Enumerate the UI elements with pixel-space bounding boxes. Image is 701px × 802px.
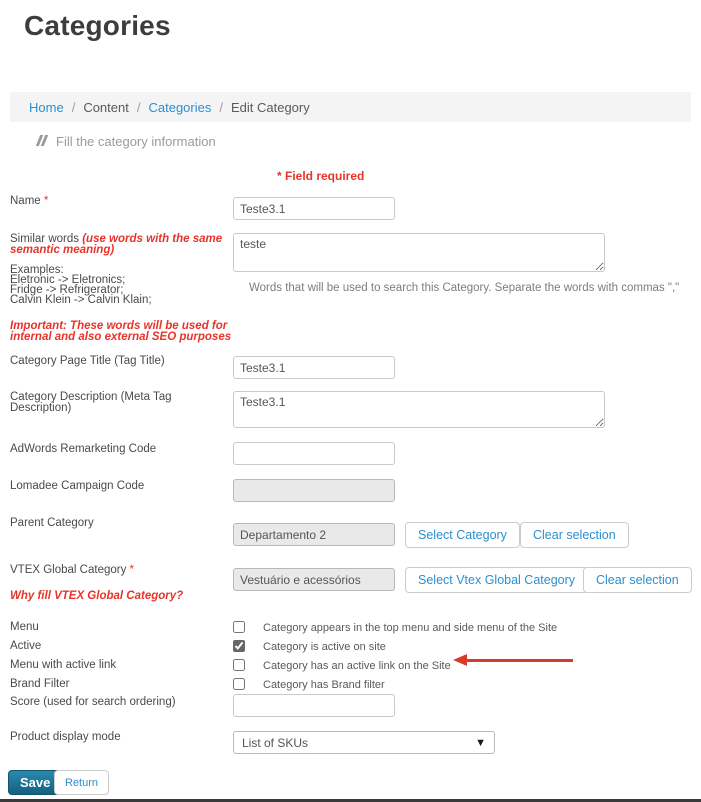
menu-active-link-desc: Category has an active link on the Site — [263, 660, 451, 672]
select-category-button[interactable]: Select Category — [405, 522, 520, 548]
brand-filter-checkbox[interactable] — [233, 678, 245, 690]
required-asterisk: * — [130, 564, 134, 576]
product-display-mode-select[interactable]: List of SKUs ▼ — [233, 731, 495, 754]
required-asterisk: * — [44, 195, 48, 207]
adwords-remarketing-input[interactable] — [233, 442, 395, 465]
breadcrumb-separator: / — [137, 100, 141, 115]
parent-category-input — [233, 523, 395, 546]
adwords-label: AdWords Remarketing Code — [10, 444, 156, 456]
lomadee-campaign-input — [233, 479, 395, 502]
page-title: Categories — [24, 10, 171, 42]
vtex-global-category-input — [233, 568, 395, 591]
breadcrumb: Home / Content / Categories / Edit Categ… — [10, 92, 691, 122]
vtex-global-category-label: VTEX Global Category * — [10, 565, 134, 577]
arrow-line — [466, 659, 573, 662]
menu-desc: Category appears in the top menu and sid… — [263, 622, 557, 634]
return-button[interactable]: Return — [54, 770, 109, 795]
active-desc: Category is active on site — [263, 641, 386, 653]
score-input[interactable] — [233, 694, 395, 717]
field-required-note: * Field required — [277, 169, 364, 183]
category-page-title-input[interactable] — [233, 356, 395, 379]
menu-active-link-label: Menu with active link — [10, 660, 116, 672]
product-display-mode-value: List of SKUs — [242, 736, 308, 750]
form-note-text: Fill the category information — [56, 134, 216, 149]
name-input[interactable] — [233, 197, 395, 220]
edit-icon — [38, 134, 47, 149]
description-label: Category Description (Meta Tag Descripti… — [10, 392, 200, 414]
breadcrumb-home-link[interactable]: Home — [29, 100, 64, 115]
menu-label: Menu — [10, 622, 39, 634]
arrow-head — [453, 654, 467, 666]
clear-parent-selection-button[interactable]: Clear selection — [520, 522, 629, 548]
menu-checkbox[interactable] — [233, 621, 245, 633]
similar-words-textarea[interactable]: teste — [233, 233, 605, 272]
breadcrumb-content: Content — [83, 100, 129, 115]
brand-filter-label: Brand Filter — [10, 679, 69, 691]
similar-words-examples: Examples: Eletronic -> Eletronics; Fridg… — [10, 265, 152, 305]
form-note: Fill the category information — [38, 134, 216, 149]
menu-active-link-checkbox[interactable] — [233, 659, 245, 671]
active-label: Active — [10, 641, 41, 653]
product-display-mode-label: Product display mode — [10, 732, 121, 744]
similar-words-label: Similar words (use words with the same s… — [10, 234, 228, 256]
score-label: Score (used for search ordering) — [10, 697, 176, 709]
category-description-textarea[interactable]: Teste3.1 — [233, 391, 605, 428]
parent-category-label: Parent Category — [10, 518, 94, 530]
dropdown-arrow-icon: ▼ — [475, 737, 486, 749]
breadcrumb-edit-category: Edit Category — [231, 100, 310, 115]
breadcrumb-separator: / — [219, 100, 223, 115]
breadcrumb-separator: / — [72, 100, 76, 115]
breadcrumb-categories-link[interactable]: Categories — [148, 100, 211, 115]
name-label: Name * — [10, 196, 48, 208]
page-title-label: Category Page Title (Tag Title) — [10, 356, 165, 368]
why-fill-vtex-link[interactable]: Why fill VTEX Global Category? — [10, 590, 183, 602]
similar-words-important-note: Important: These words will be used for … — [10, 321, 232, 343]
clear-vtex-selection-button[interactable]: Clear selection — [583, 567, 692, 593]
brand-filter-desc: Category has Brand filter — [263, 679, 385, 691]
lomadee-label: Lomadee Campaign Code — [10, 481, 144, 493]
similar-words-helper: Words that will be used to search this C… — [249, 282, 679, 294]
select-vtex-global-category-button[interactable]: Select Vtex Global Category — [405, 567, 588, 593]
active-checkbox[interactable] — [233, 640, 245, 652]
